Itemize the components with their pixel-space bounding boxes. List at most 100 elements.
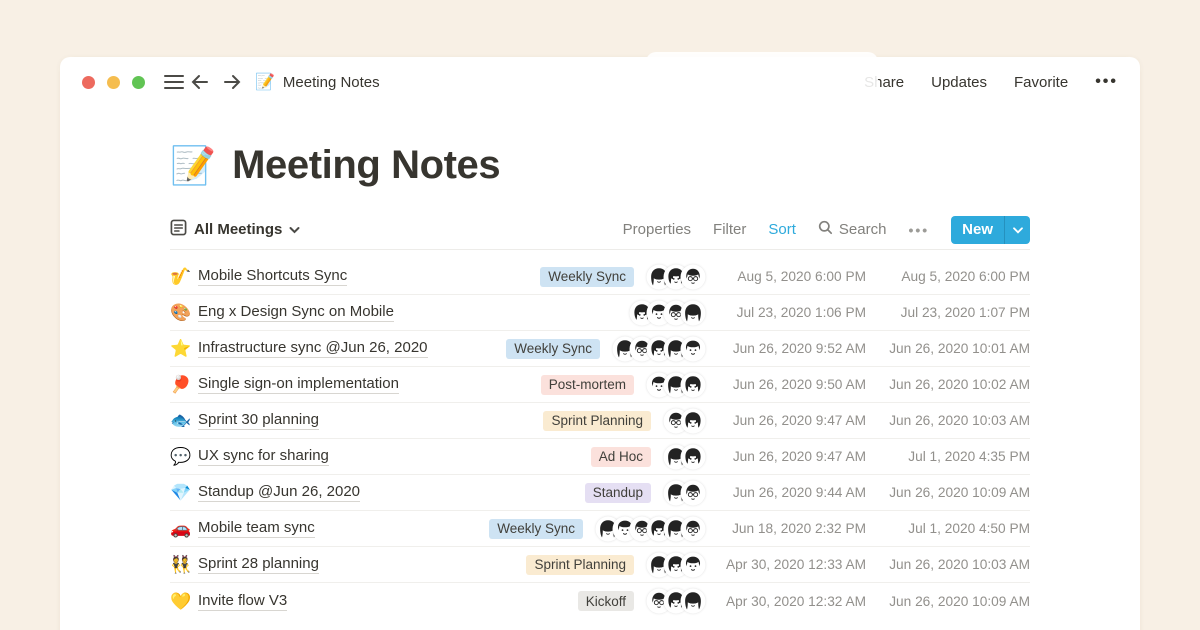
title-cell: ⭐ Infrastructure sync @Jun 26, 2020: [170, 339, 428, 358]
last-edited-date: Jun 26, 2020 10:09 AM: [872, 485, 1030, 500]
arrow-left-icon: [191, 74, 209, 90]
created-date: Jul 23, 2020 1:06 PM: [714, 305, 866, 320]
window-toolbar: 📝 Meeting Notes Share Updates Favorite •…: [60, 57, 1140, 107]
favorite-button[interactable]: Favorite: [1014, 74, 1068, 91]
row-page-link[interactable]: Sprint 30 planning: [198, 411, 319, 430]
sidebar-menu-button[interactable]: [161, 69, 187, 95]
title-cell: 💛 Invite flow V3: [170, 592, 287, 611]
title-cell: 💎 Standup @Jun 26, 2020: [170, 483, 360, 502]
last-edited-date: Jul 1, 2020 4:50 PM: [872, 521, 1030, 536]
type-tag[interactable]: Sprint Planning: [526, 555, 634, 575]
row-page-link[interactable]: Mobile Shortcuts Sync: [198, 267, 347, 286]
sort-button[interactable]: Sort: [768, 221, 796, 238]
filter-button[interactable]: Filter: [713, 221, 746, 238]
row-page-icon: 🚗: [170, 520, 198, 537]
row-page-icon: 🐟: [170, 412, 198, 429]
title-cell: 🐟 Sprint 30 planning: [170, 411, 319, 430]
row-meta: Sprint Planning Apr 30, 2020 12:33 AM Ju…: [526, 554, 1030, 576]
page-title: Meeting Notes: [232, 143, 500, 188]
row-page-link[interactable]: Infrastructure sync @Jun 26, 2020: [198, 339, 428, 358]
row-page-link[interactable]: Mobile team sync: [198, 519, 315, 538]
last-edited-date: Jul 1, 2020 4:35 PM: [872, 449, 1030, 464]
more-options-button[interactable]: •••: [1095, 74, 1118, 90]
row-page-link[interactable]: Standup @Jun 26, 2020: [198, 483, 360, 502]
last-edited-date: Aug 5, 2020 6:00 PM: [872, 269, 1030, 284]
close-window-button[interactable]: [82, 76, 95, 89]
search-icon: [818, 220, 833, 239]
minimize-window-button[interactable]: [107, 76, 120, 89]
last-edited-date: Jun 26, 2020 10:09 AM: [872, 594, 1030, 609]
participant-avatars: [648, 554, 704, 576]
page-icon[interactable]: 📝: [170, 147, 216, 184]
type-tag[interactable]: Ad Hoc: [591, 447, 651, 467]
history-nav: [187, 69, 245, 95]
database-toolbar: All Meetings Properties Filter Sort Sear…: [170, 210, 1030, 250]
type-tag[interactable]: Kickoff: [578, 591, 634, 611]
row-page-icon: 💬: [170, 448, 198, 465]
new-button[interactable]: New: [951, 216, 1004, 244]
table-row: 🚗 Mobile team sync Weekly Sync Jun 18, 2…: [170, 511, 1030, 547]
app-window: 📝 Meeting Notes Share Updates Favorite •…: [60, 57, 1140, 630]
row-meta: Kickoff Apr 30, 2020 12:32 AM Jun 26, 20…: [578, 590, 1030, 612]
participant-avatars: [665, 482, 704, 504]
table-row: ⭐ Infrastructure sync @Jun 26, 2020 Week…: [170, 331, 1030, 367]
chevron-down-icon: [289, 221, 300, 239]
table-row: 🐟 Sprint 30 planning Sprint Planning Jun…: [170, 403, 1030, 439]
breadcrumb-page-title[interactable]: Meeting Notes: [283, 74, 380, 91]
view-more-button[interactable]: •••: [908, 222, 929, 238]
zoom-window-button[interactable]: [132, 76, 145, 89]
row-page-icon: ⭐: [170, 340, 198, 357]
title-cell: 💬 UX sync for sharing: [170, 447, 329, 466]
row-page-link[interactable]: Sprint 28 planning: [198, 555, 319, 574]
table-view-icon: [170, 219, 187, 241]
row-page-link[interactable]: Eng x Design Sync on Mobile: [198, 303, 394, 322]
type-tag[interactable]: Weekly Sync: [489, 519, 583, 539]
title-cell: 🎷 Mobile Shortcuts Sync: [170, 267, 347, 286]
type-tag[interactable]: Weekly Sync: [506, 339, 600, 359]
back-button[interactable]: [187, 69, 213, 95]
updates-button[interactable]: Updates: [931, 74, 987, 91]
type-tag[interactable]: Standup: [585, 483, 651, 503]
forward-button[interactable]: [219, 69, 245, 95]
row-page-link[interactable]: Single sign-on implementation: [198, 375, 399, 394]
type-tag[interactable]: Weekly Sync: [540, 267, 634, 287]
breadcrumb-page-icon: 📝: [255, 72, 275, 92]
avatar: [682, 590, 704, 612]
avatar: [682, 518, 704, 540]
table-row: 💬 UX sync for sharing Ad Hoc Jun 26, 202…: [170, 439, 1030, 475]
table-row: 🎷 Mobile Shortcuts Sync Weekly Sync Aug …: [170, 259, 1030, 295]
view-switcher[interactable]: All Meetings: [170, 219, 300, 241]
properties-button[interactable]: Properties: [623, 221, 691, 238]
table-row: 💛 Invite flow V3 Kickoff Apr 30, 2020 12…: [170, 583, 1030, 619]
avatar: [682, 554, 704, 576]
row-meta: Weekly Sync Jun 26, 2020 9:52 AM Jun 26,…: [506, 338, 1030, 360]
chevron-down-icon: [1013, 221, 1023, 239]
hamburger-icon: [164, 74, 184, 90]
participant-avatars: [614, 338, 704, 360]
faded-tooltip-overlay: [646, 52, 878, 100]
view-name: All Meetings: [194, 221, 282, 238]
new-button-group: New: [951, 216, 1030, 244]
table-row: 👯 Sprint 28 planning Sprint Planning Apr…: [170, 547, 1030, 583]
traffic-lights: [82, 76, 145, 89]
table-row: 💎 Standup @Jun 26, 2020 Standup Jun 26, …: [170, 475, 1030, 511]
meetings-table: 🎷 Mobile Shortcuts Sync Weekly Sync Aug …: [170, 250, 1030, 619]
row-meta: Standup Jun 26, 2020 9:44 AM Jun 26, 202…: [585, 482, 1030, 504]
row-page-icon: 🎨: [170, 304, 198, 321]
search-button[interactable]: Search: [818, 220, 887, 239]
table-row: 🏓 Single sign-on implementation Post-mor…: [170, 367, 1030, 403]
new-dropdown-button[interactable]: [1004, 216, 1030, 244]
row-page-icon: 🏓: [170, 376, 198, 393]
participant-avatars: [665, 410, 704, 432]
participant-avatars: [597, 518, 704, 540]
row-meta: Jul 23, 2020 1:06 PM Jul 23, 2020 1:07 P…: [617, 302, 1030, 324]
type-tag[interactable]: Sprint Planning: [543, 411, 651, 431]
row-meta: Sprint Planning Jun 26, 2020 9:47 AM Jun…: [543, 410, 1030, 432]
title-cell: 🎨 Eng x Design Sync on Mobile: [170, 303, 394, 322]
table-row: 🎨 Eng x Design Sync on Mobile Jul 23, 20…: [170, 295, 1030, 331]
avatar: [682, 374, 704, 396]
type-tag[interactable]: Post-mortem: [541, 375, 634, 395]
row-page-link[interactable]: UX sync for sharing: [198, 447, 329, 466]
row-page-link[interactable]: Invite flow V3: [198, 592, 287, 611]
avatar: [682, 446, 704, 468]
